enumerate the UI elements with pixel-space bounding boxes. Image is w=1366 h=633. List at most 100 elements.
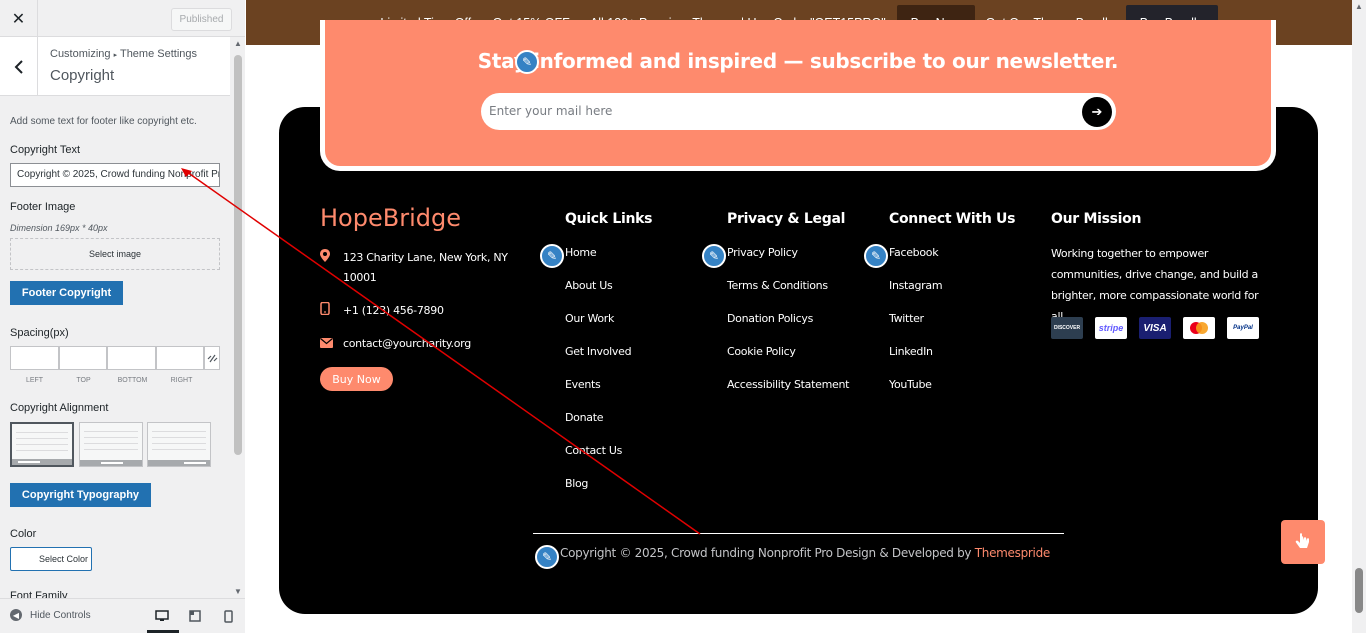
footer-link-privacy-policy[interactable]: Privacy Policy: [727, 243, 849, 276]
visa-card-icon: VISA: [1139, 317, 1171, 339]
footer-link-youtube[interactable]: YouTube: [889, 375, 942, 408]
scroll-down-icon[interactable]: ▼: [234, 587, 242, 596]
preview-scroll-thumb[interactable]: [1355, 568, 1363, 613]
controls-panel: Add some text for footer like copyright …: [0, 96, 230, 598]
mobile-preview-icon[interactable]: [219, 607, 237, 625]
footer-address: 123 Charity Lane, New York, NY 10001: [320, 248, 510, 288]
scroll-up-icon[interactable]: ▲: [234, 39, 242, 48]
footer-link-blog[interactable]: Blog: [565, 474, 631, 507]
breadcrumb-parent: Theme Settings: [119, 48, 198, 60]
newsletter-submit-arrow-icon[interactable]: ➔: [1082, 97, 1112, 127]
font-family-label: Font Family: [10, 590, 68, 598]
footer-link-get-involved[interactable]: Get Involved: [565, 342, 632, 375]
scroll-up-icon[interactable]: ▲: [1355, 2, 1363, 11]
footer-link-home[interactable]: Home: [565, 243, 631, 276]
footer-link-our-work[interactable]: Our Work: [565, 309, 631, 342]
privacy-legal-heading: Privacy & Legal: [727, 211, 846, 227]
newsletter-title: Stay informed and inspired — subscribe t…: [477, 49, 1119, 73]
footer-link-donation-policy[interactable]: Donation Policys: [727, 309, 849, 342]
preview-scrollbar[interactable]: ▲: [1352, 0, 1366, 633]
align-center-option[interactable]: [79, 422, 143, 467]
spacing-bottom-label: BOTTOM: [117, 377, 148, 384]
spacing-right-input[interactable]: [155, 346, 205, 370]
themespride-link[interactable]: Themespride: [975, 546, 1051, 560]
copyright-text-label: Copyright Text: [10, 144, 81, 156]
connect-heading: Connect With Us: [889, 211, 1016, 227]
footer-link-twitter[interactable]: Twitter: [889, 309, 942, 342]
breadcrumb-root: Customizing: [50, 48, 111, 60]
footer-logo[interactable]: HopeBridge: [320, 204, 461, 232]
edit-pencil-icon[interactable]: ✎: [535, 545, 559, 569]
sidebar-scrollbar[interactable]: ▲ ▼: [231, 37, 245, 598]
edit-pencil-icon[interactable]: ✎: [864, 244, 888, 268]
discover-card-icon: DISCOVER: [1051, 317, 1083, 339]
edit-pencil-icon[interactable]: ✎: [540, 244, 564, 268]
close-icon[interactable]: ✕: [0, 0, 38, 37]
breadcrumb: Customizing ▸ Theme Settings: [50, 48, 197, 60]
footer-link-linkedin[interactable]: LinkedIn: [889, 342, 942, 375]
footer-phone: +1 (123) 456-7890: [320, 301, 444, 321]
align-left-option[interactable]: [10, 422, 74, 467]
sidebar-scroll-thumb[interactable]: [234, 55, 242, 455]
select-image-button[interactable]: Select image: [10, 238, 220, 270]
accessibility-hand-icon[interactable]: [1281, 520, 1325, 564]
customizer-header: ✕ Published: [0, 0, 245, 37]
customizer-sidebar: ✕ Published Customizing ▸ Theme Settings…: [0, 0, 245, 633]
footer-link-terms[interactable]: Terms & Conditions: [727, 276, 849, 309]
quick-links-heading: Quick Links: [565, 211, 653, 227]
footer-copyright-button[interactable]: Footer Copyright: [10, 281, 123, 305]
section-description: Add some text for footer like copyright …: [10, 116, 197, 127]
footer-image-label: Footer Image: [10, 201, 76, 213]
footer-link-about-us[interactable]: About Us: [565, 276, 631, 309]
location-pin-icon: [320, 248, 332, 288]
edit-pencil-icon[interactable]: ✎: [515, 50, 539, 74]
spacing-top-label: TOP: [76, 377, 91, 384]
edit-pencil-icon[interactable]: ✎: [702, 244, 726, 268]
footer-image-hint: Dimension 169px * 40px: [10, 223, 108, 233]
spacing-top-input[interactable]: [58, 346, 108, 370]
align-right-option[interactable]: [147, 422, 211, 467]
alignment-label: Copyright Alignment: [10, 402, 109, 414]
newsletter-form: Enter your mail here ➔: [481, 93, 1116, 130]
address-text: 123 Charity Lane, New York, NY 10001: [343, 251, 508, 284]
stripe-icon: stripe: [1095, 317, 1127, 339]
color-label: Color: [10, 528, 37, 540]
tablet-preview-icon[interactable]: [186, 607, 204, 625]
newsletter-email-input[interactable]: Enter your mail here: [489, 93, 612, 130]
footer-buy-now-button[interactable]: Buy Now: [320, 367, 393, 391]
copyright-typography-button[interactable]: Copyright Typography: [10, 483, 151, 507]
phone-icon: [320, 301, 332, 321]
footer-link-contact-us[interactable]: Contact Us: [565, 441, 631, 474]
published-button[interactable]: Published: [171, 8, 232, 31]
desktop-preview-icon[interactable]: [153, 607, 171, 625]
payment-methods: DISCOVER stripe VISA PayPal: [1051, 317, 1259, 339]
hide-controls-label: Hide Controls: [30, 609, 91, 621]
breadcrumb-separator-icon: ▸: [113, 52, 118, 59]
newsletter-box: Stay informed and inspired — subscribe t…: [320, 20, 1276, 171]
connect-list: Facebook Instagram Twitter LinkedIn YouT…: [889, 243, 943, 408]
spacing-left-label: LEFT: [25, 377, 44, 384]
site-footer: HopeBridge 123 Charity Lane, New York, N…: [279, 107, 1318, 614]
customizer-footer: ◀ Hide Controls: [0, 598, 245, 633]
privacy-legal-list: Privacy Policy Terms & Conditions Donati…: [727, 243, 849, 408]
mastercard-icon: [1183, 317, 1215, 339]
spacing-left-input[interactable]: [10, 346, 59, 370]
select-color-button[interactable]: Select Color: [10, 547, 92, 571]
footer-link-cookie-policy[interactable]: Cookie Policy: [727, 342, 849, 375]
quick-links-list: Home About Us Our Work Get Involved Even…: [565, 243, 632, 507]
spacing-bottom-input[interactable]: [107, 346, 156, 370]
collapse-icon: ◀: [10, 609, 22, 621]
envelope-icon: [320, 334, 333, 354]
site-preview: Limited Time Offer : Get 15% OFF on All …: [246, 0, 1352, 633]
footer-link-events[interactable]: Events: [565, 375, 631, 408]
footer-link-donate[interactable]: Donate: [565, 408, 631, 441]
footer-link-facebook[interactable]: Facebook: [889, 243, 942, 276]
hide-controls-button[interactable]: ◀ Hide Controls: [10, 609, 91, 621]
email-text[interactable]: contact@yourcharity.org: [343, 334, 471, 354]
footer-link-accessibility[interactable]: Accessibility Statement: [727, 375, 849, 408]
link-values-icon[interactable]: [204, 346, 220, 370]
copyright-text-input[interactable]: Copyright © 2025, Crowd funding Nonprofi…: [10, 163, 220, 187]
mission-heading: Our Mission: [1051, 211, 1142, 227]
footer-link-instagram[interactable]: Instagram: [889, 276, 943, 309]
back-chevron-icon[interactable]: [0, 37, 38, 96]
